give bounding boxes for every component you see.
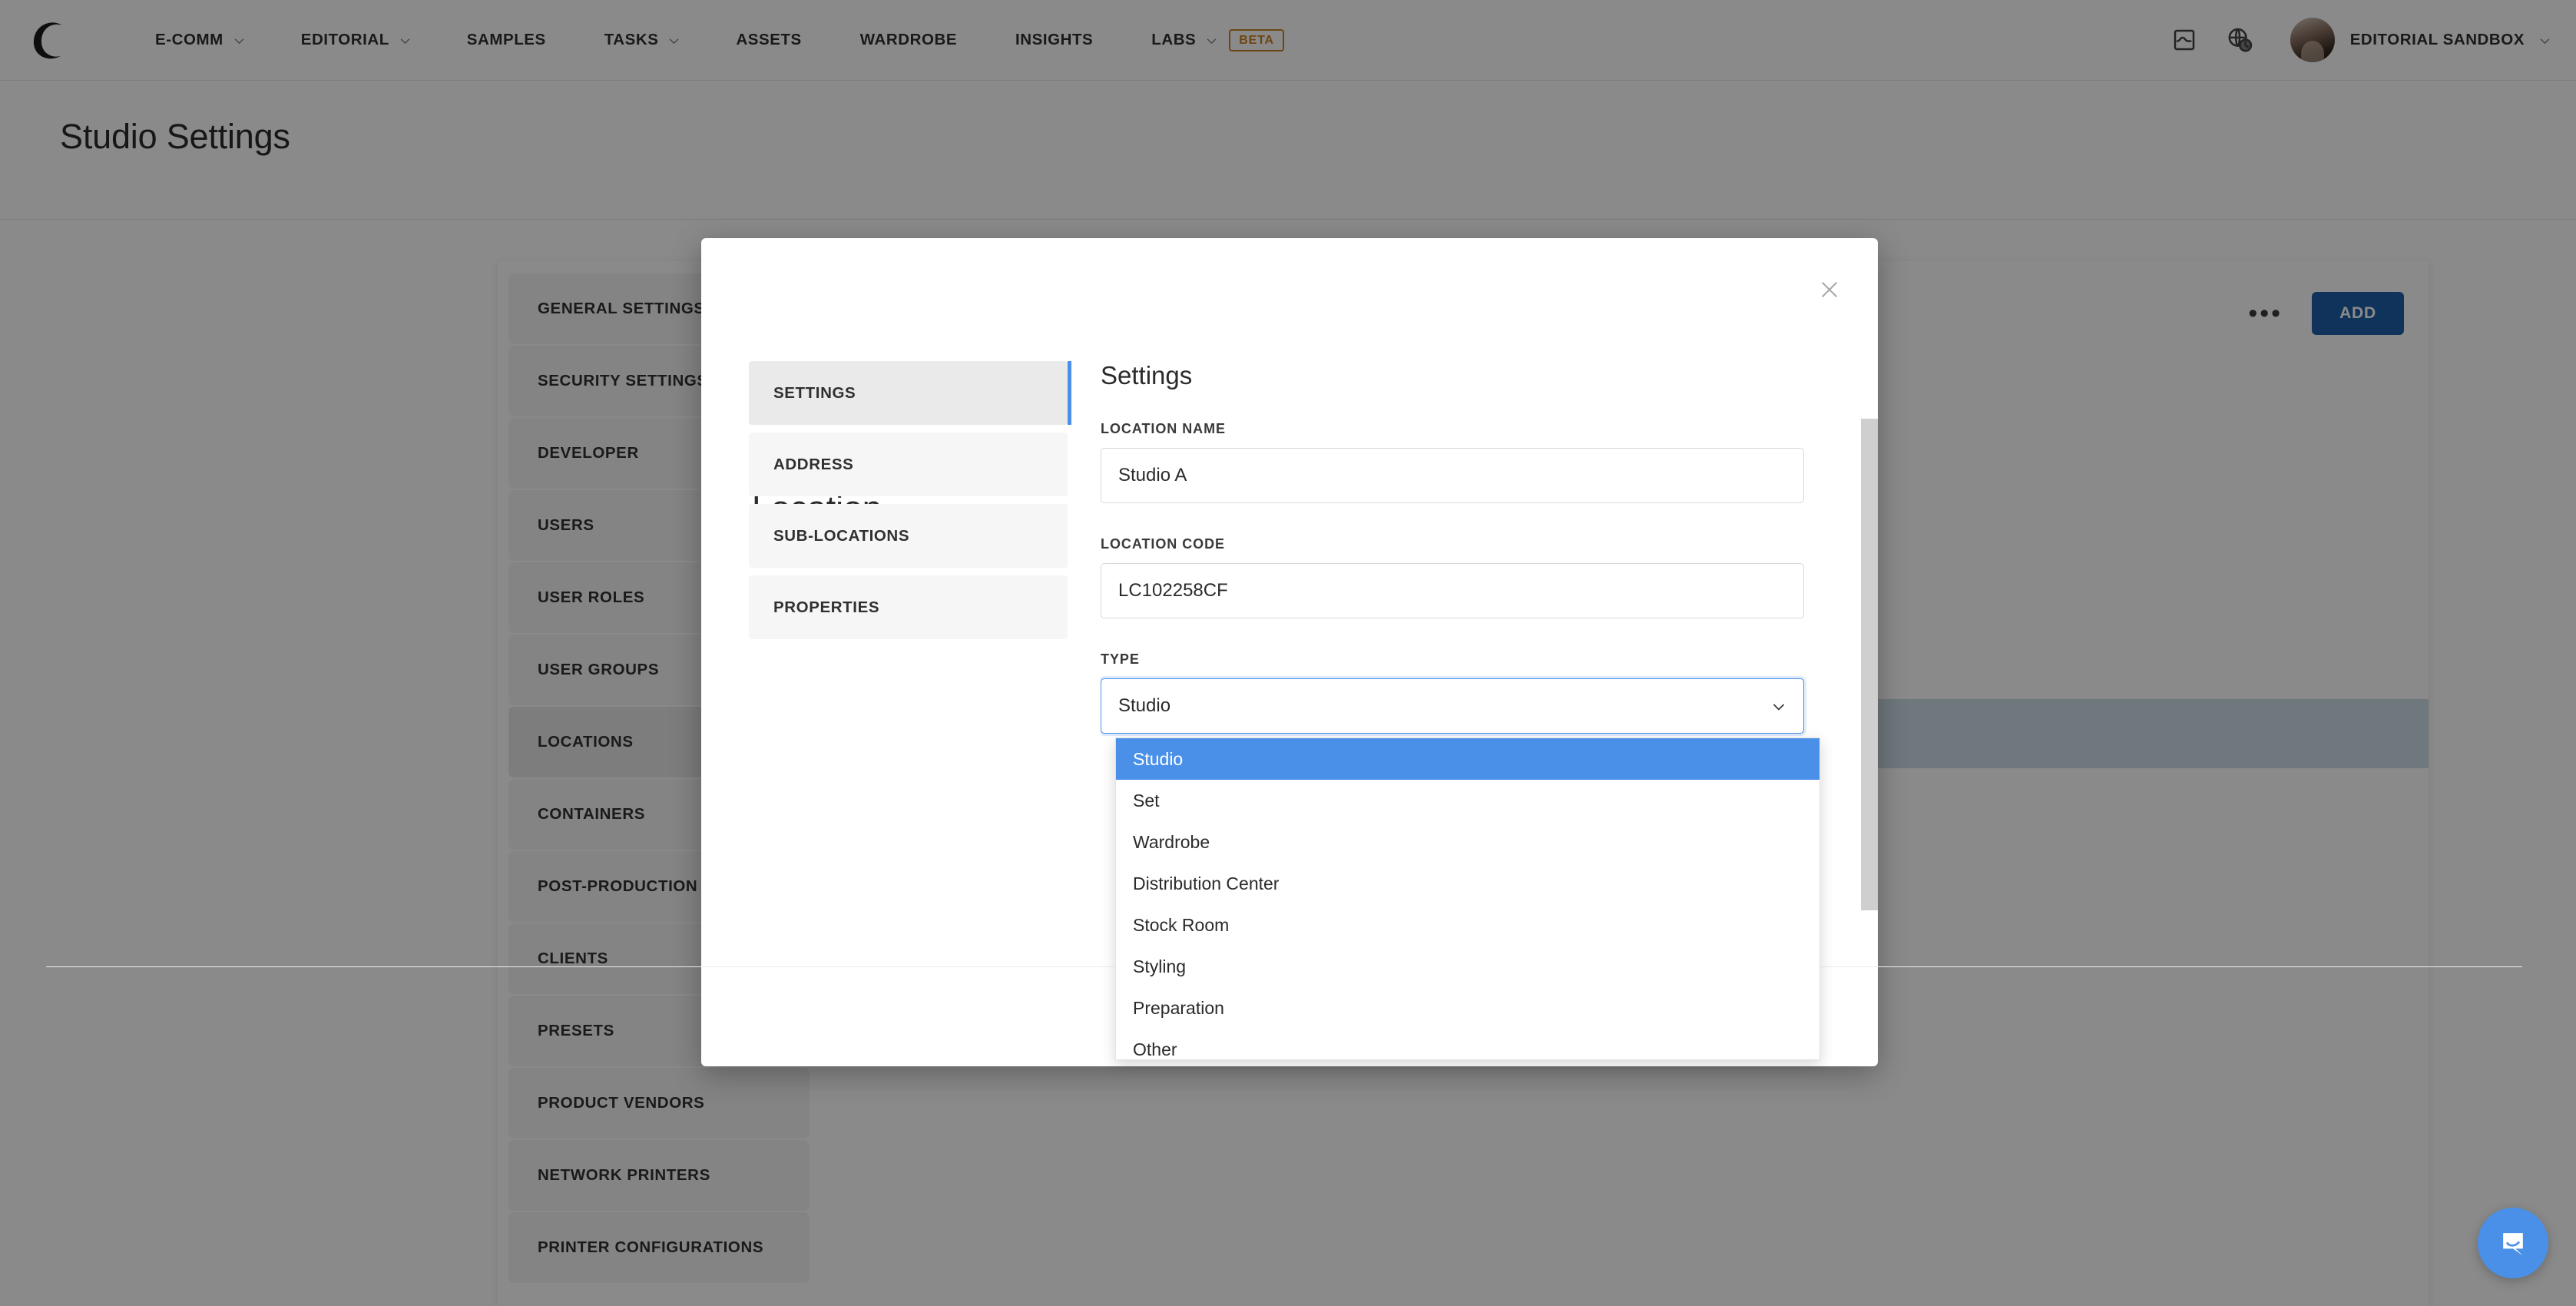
- type-option-preparation[interactable]: Preparation: [1116, 987, 1819, 1029]
- modal-tab-properties[interactable]: PROPERTIES: [749, 575, 1068, 639]
- chevron-down-icon: [1771, 698, 1786, 714]
- modal-tab-sub-locations[interactable]: SUB-LOCATIONS: [749, 504, 1068, 568]
- modal-scrollbar-thumb[interactable]: [1861, 419, 1878, 910]
- field-location-code: LOCATION CODE: [1101, 536, 1856, 618]
- section-title: Settings: [1101, 361, 1193, 389]
- modal-tab-list: SETTINGS ADDRESS SUB-LOCATIONS PROPERTIES: [749, 361, 1071, 647]
- location-name-input[interactable]: [1101, 448, 1804, 503]
- type-select[interactable]: Studio: [1101, 678, 1804, 734]
- modal-tab-address[interactable]: ADDRESS: [749, 433, 1068, 496]
- type-option-styling[interactable]: Styling: [1116, 946, 1819, 987]
- close-icon[interactable]: [1814, 274, 1845, 305]
- modal-tab-settings[interactable]: SETTINGS: [749, 361, 1071, 425]
- location-name-label: LOCATION NAME: [1101, 421, 1227, 436]
- modal-tab-label: PROPERTIES: [773, 598, 880, 616]
- chat-bubble-icon[interactable]: [2478, 1208, 2548, 1278]
- type-option-stock-room[interactable]: Stock Room: [1116, 904, 1819, 946]
- type-options-dropdown: Studio Set Wardrobe Distribution Center Stoc…: [1115, 738, 1820, 1060]
- type-select-value: Studio: [1118, 695, 1171, 716]
- field-location-name: LOCATION NAME: [1101, 421, 1856, 503]
- modal-tab-label: SETTINGS: [773, 383, 856, 402]
- type-option-distribution-center[interactable]: Distribution Center: [1116, 863, 1819, 904]
- location-code-input[interactable]: [1101, 563, 1804, 618]
- type-label: TYPE: [1101, 651, 1140, 667]
- modal-tab-label: SUB-LOCATIONS: [773, 526, 910, 545]
- location-code-label: LOCATION CODE: [1101, 536, 1226, 552]
- type-option-studio[interactable]: Studio: [1116, 738, 1819, 780]
- type-option-wardrobe[interactable]: Wardrobe: [1116, 821, 1819, 863]
- modal-tab-label: ADDRESS: [773, 455, 854, 473]
- type-option-set[interactable]: Set: [1116, 780, 1819, 821]
- type-option-other[interactable]: Other: [1116, 1029, 1819, 1059]
- field-type: TYPE Studio: [1101, 651, 1856, 734]
- modal-scrollbar-track[interactable]: [1861, 238, 1878, 1066]
